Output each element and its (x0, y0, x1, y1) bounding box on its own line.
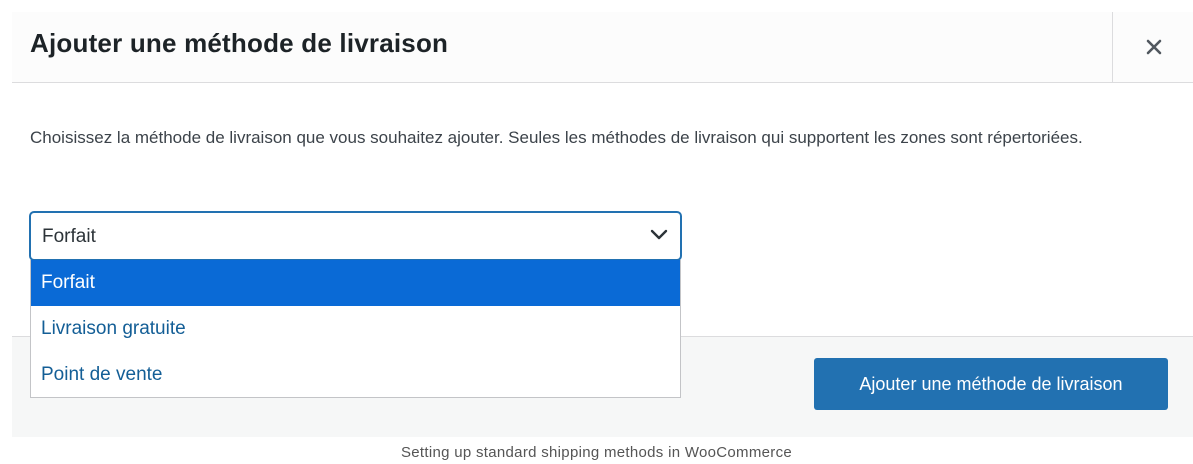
modal-title: Ajouter une méthode de livraison (30, 28, 449, 58)
shipping-method-dropdown: Forfait Livraison gratuite Point de vent… (30, 260, 681, 398)
chevron-down-icon (650, 229, 668, 240)
close-icon (1146, 39, 1161, 55)
close-button[interactable] (1112, 12, 1193, 82)
modal-description: Choisissez la méthode de livraison que v… (30, 128, 1083, 147)
dropdown-option-point-de-vente[interactable]: Point de vente (31, 352, 680, 398)
modal-header: Ajouter une méthode de livraison (12, 12, 1193, 83)
image-caption: Setting up standard shipping methods in … (400, 444, 793, 461)
dropdown-option-livraison-gratuite[interactable]: Livraison gratuite (31, 306, 680, 352)
shipping-method-select[interactable]: Forfait (30, 212, 681, 260)
add-shipping-method-button[interactable]: Ajouter une méthode de livraison (814, 358, 1168, 410)
select-current-value: Forfait (42, 226, 96, 247)
dropdown-option-forfait[interactable]: Forfait (31, 260, 680, 306)
